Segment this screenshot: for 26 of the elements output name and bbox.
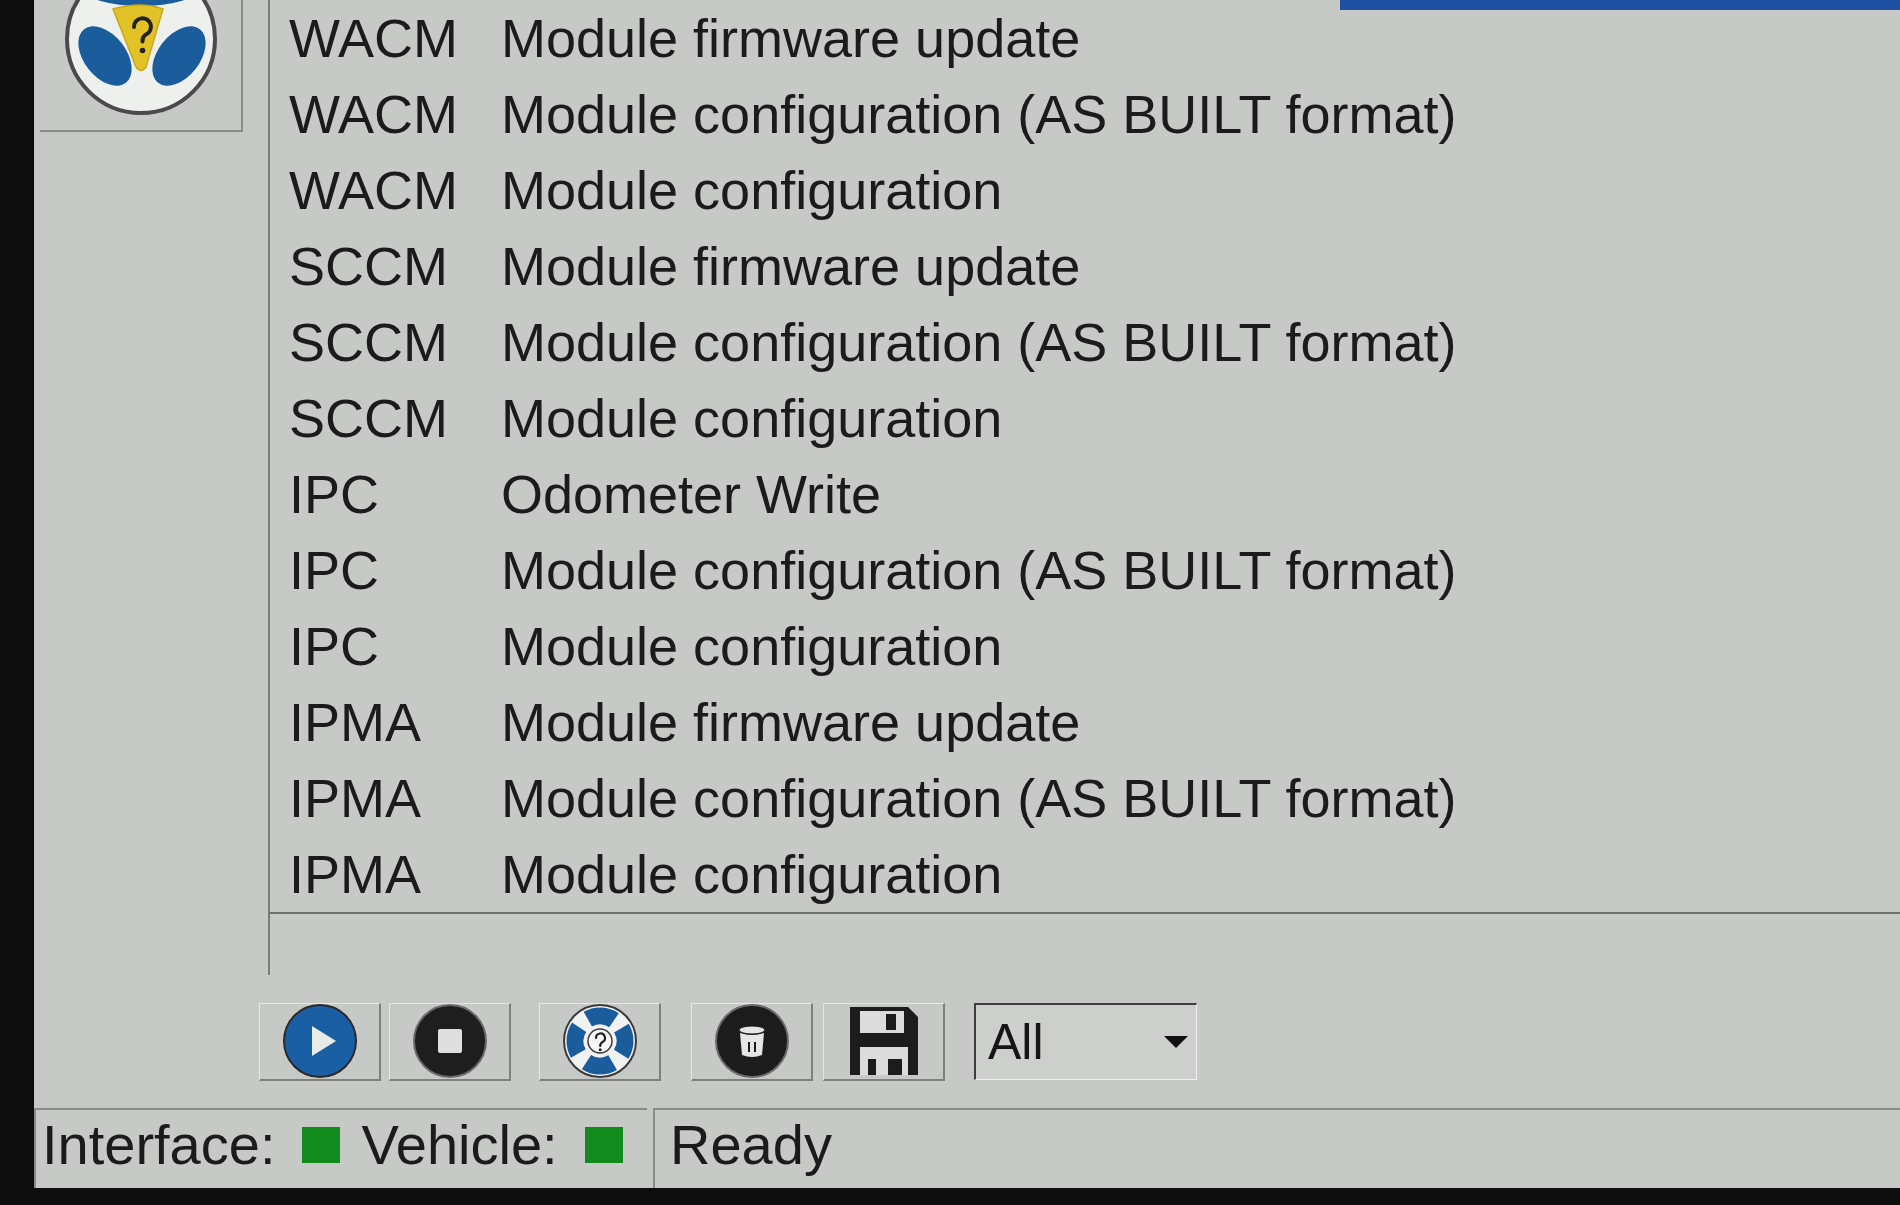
module-name: WACM xyxy=(289,87,459,141)
module-name: WACM xyxy=(289,11,459,65)
stop-button[interactable] xyxy=(389,1002,511,1081)
module-name: IPC xyxy=(289,467,381,521)
module-name: IPMA xyxy=(289,695,423,749)
module-name: SCCM xyxy=(289,391,449,445)
trash-icon xyxy=(713,1003,790,1079)
module-name: IPMA xyxy=(289,771,423,825)
caret-icon xyxy=(1164,1036,1188,1048)
filter-dropdown[interactable]: All xyxy=(974,1003,1197,1080)
stop-icon xyxy=(411,1003,488,1079)
module-name: IPC xyxy=(289,619,381,673)
module-name: IPMA xyxy=(289,847,423,901)
play-icon xyxy=(281,1003,358,1079)
module-name: SCCM xyxy=(289,239,449,293)
module-name: SCCM xyxy=(289,315,449,369)
help-button[interactable] xyxy=(539,1002,661,1081)
play-button[interactable] xyxy=(259,1002,381,1081)
status-label: Vehicle: xyxy=(361,1117,558,1173)
status-label: Interface: xyxy=(42,1117,276,1173)
module-name: WACM xyxy=(289,163,459,217)
clear-button[interactable] xyxy=(691,1002,813,1081)
operation-name: Odometer Write xyxy=(501,467,882,521)
lifebuoy-icon xyxy=(561,1003,638,1079)
save-button[interactable] xyxy=(823,1002,945,1081)
module-name: IPC xyxy=(289,543,381,597)
